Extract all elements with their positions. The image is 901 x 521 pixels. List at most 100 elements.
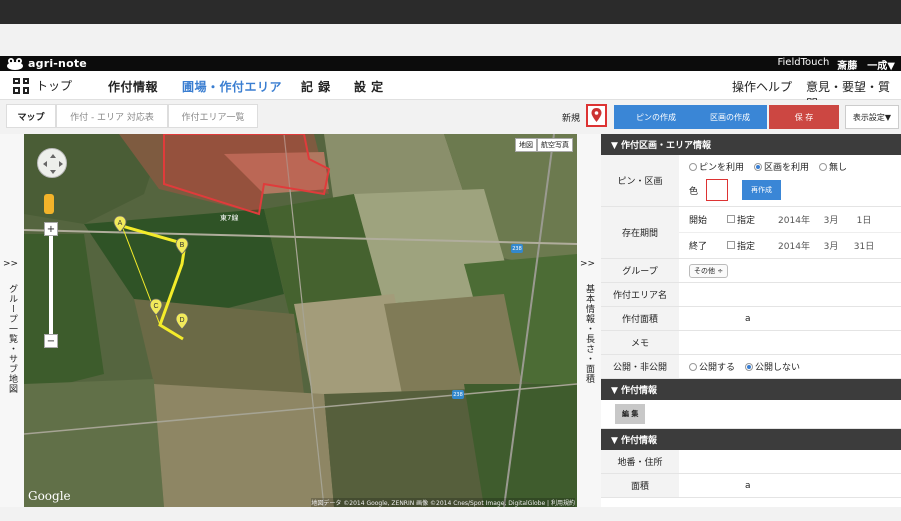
area-name-field[interactable] [679,283,901,306]
main-nav: トップ 作付情報 圃場・作付エリア 記 録 設 定 操作ヘルプ 意見・要望・質問 [0,71,901,111]
public-row: 公開・非公開 公開する 公開しない [601,355,901,379]
start-day[interactable]: 1日 [849,213,879,226]
start-label: 開始 [689,215,708,226]
marker-d-label: D [179,317,184,324]
user-menu[interactable]: 斎藤 一成▼ [837,57,895,72]
radio-icon [689,162,697,171]
start-year[interactable]: 2014年 [775,213,813,226]
tab-mapping-table[interactable]: 作付 - エリア 対応表 [56,104,168,128]
end-day[interactable]: 31日 [849,239,879,252]
left-panel-label: グループ一覧・サブ地図 [7,284,17,394]
save-button[interactable]: 保 存 [769,105,839,129]
end-specify-label: 指定 [737,241,756,252]
tab-map[interactable]: マップ [6,104,56,128]
edit-row: 編 集 [601,400,901,429]
section-planting-info-2: ▼ 作付情報 [601,429,901,450]
area-name-row: 作付エリア名 [601,283,901,307]
address-row: 地番・住所 [601,450,901,474]
map-type-satellite[interactable]: 航空写真 [537,138,573,152]
section-area-info: ▼ 作付区画・エリア情報 [601,134,901,155]
nav-planting-info[interactable]: 作付情報 [108,78,158,95]
option-none[interactable]: 無し [819,160,847,173]
pin-area-label: ピン・区画 [601,155,679,206]
period-label: 存在期間 [601,207,679,258]
radio-icon [819,162,828,171]
area-name-label: 作付エリア名 [601,283,679,306]
nav-top[interactable]: トップ [13,77,72,94]
satellite-map[interactable]: 地図 航空写真 東7線 238 238 A B C D + − Google 地… [24,134,577,507]
start-date-row: 開始 指定 2014年 3月 1日 [679,207,901,233]
logo[interactable]: agri-note [6,57,87,70]
map-pin-icon [591,108,602,122]
display-settings-button[interactable]: 表示設定▼ [845,105,899,129]
group-select[interactable]: その他 ÷ [689,263,729,278]
option-use-area[interactable]: 区画を利用 [754,160,809,173]
frog-logo-icon [7,57,23,70]
fieldtouch-link[interactable]: FieldTouch [778,57,830,72]
area2-label: 面積 [601,474,679,497]
memo-label: メモ [601,331,679,354]
zoom-out-button[interactable]: − [44,334,58,348]
nav-records[interactable]: 記 録 [301,78,331,95]
pegman-icon[interactable] [44,194,54,214]
option-public[interactable]: 公開する [689,360,735,373]
marker-c-label: C [153,303,158,310]
nav-settings[interactable]: 設 定 [354,78,384,95]
recreate-button[interactable]: 再作成 [742,180,782,200]
marker-b-label: B [180,242,185,249]
zoom-in-button[interactable]: + [44,222,58,236]
create-pin-button[interactable]: ピンの作成 [614,105,698,129]
new-pin-button[interactable] [586,104,607,127]
app-header: agri-note FieldTouch 斎藤 一成▼ [0,56,901,72]
top-dark-bar [0,0,901,24]
marker-pin-icon: D [175,312,189,330]
sub-toolbar: マップ 作付 - エリア 対応表 作付エリア一覧 新規 ピンの作成 区画の作成 … [0,100,901,132]
start-specify-checkbox[interactable] [727,215,735,224]
area2-row: 面積 a [601,474,901,498]
section-planting-info: ▼ 作付情報 [601,379,901,400]
nav-help[interactable]: 操作ヘルプ [732,78,792,95]
mid-collapsed-panel[interactable]: >> 基本情報・長さ・面積 [577,134,601,507]
option-private-label: 公開しない [755,363,801,373]
group-row: グループ その他 ÷ [601,259,901,283]
map-copyright[interactable]: 地図データ ©2014 Google, ZENRIN 画像 ©2014 Cnes… [311,498,575,507]
expand-mid-icon[interactable]: >> [580,259,595,269]
nav-field-area[interactable]: 圃場・作付エリア [182,78,282,95]
memo-row: メモ [601,331,901,355]
pan-control[interactable] [37,148,67,178]
grid-icon [13,77,29,94]
end-year[interactable]: 2014年 [775,239,813,252]
end-date-row: 終了 指定 2014年 3月 31日 [679,233,901,258]
tab-area-list[interactable]: 作付エリア一覧 [168,104,258,128]
start-specify-label: 指定 [737,215,756,226]
route-shield: 238 [511,244,523,253]
radio-checked-icon [745,362,754,371]
google-logo: Google [28,489,71,503]
satellite-imagery [24,134,577,507]
marker-a-label: A [118,220,123,227]
route-shield: 238 [452,390,464,399]
radio-checked-icon [754,162,763,171]
address-label: 地番・住所 [601,450,679,473]
zoom-slider[interactable] [49,230,53,338]
create-area-button[interactable]: 区画の作成 [693,105,767,129]
edit-button[interactable]: 編 集 [615,404,646,424]
end-label: 終了 [689,241,708,252]
map-type-map[interactable]: 地図 [515,138,537,152]
start-month[interactable]: 3月 [813,213,849,226]
marker-pin-icon: C [149,298,163,316]
end-specify-checkbox[interactable] [727,241,735,250]
marker-pin-icon: A [113,215,127,233]
bottom-bar [0,507,901,521]
expand-left-icon[interactable]: >> [3,259,18,269]
end-month[interactable]: 3月 [813,239,849,252]
pin-area-options: ピンを利用 区画を利用 無し [689,160,847,173]
left-collapsed-panel[interactable]: >> グループ一覧・サブ地図 [0,134,24,507]
group-label: グループ [601,259,679,282]
option-private[interactable]: 公開しない [745,360,800,373]
color-picker[interactable] [706,179,729,201]
nav-top-label: トップ [36,79,73,93]
option-use-pin[interactable]: ピンを利用 [689,160,744,173]
memo-field[interactable] [679,331,901,354]
village-label: 東7線 [220,214,239,222]
